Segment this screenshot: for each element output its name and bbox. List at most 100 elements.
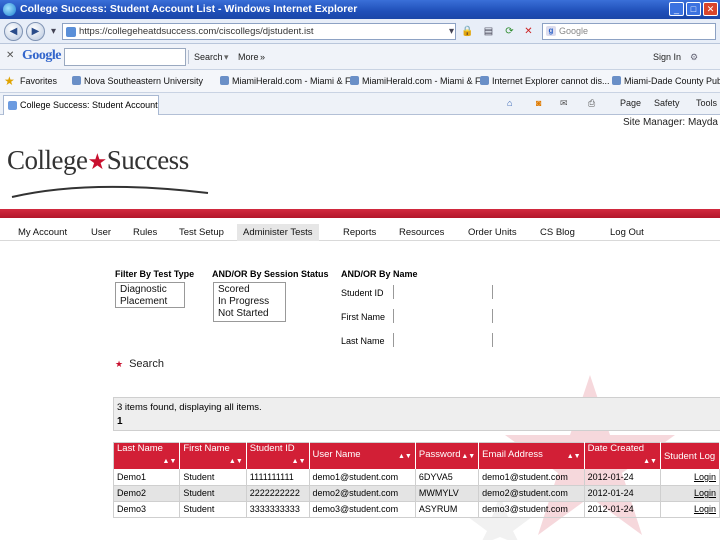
wrench-icon[interactable]: ⚙ [690, 52, 698, 63]
google-toolbar-input[interactable] [64, 48, 186, 66]
nav-log-out[interactable]: Log Out [610, 224, 644, 241]
address-bar[interactable]: https://collegeheatdsuccess.com/ciscolle… [62, 23, 456, 40]
option-diagnostic[interactable]: Diagnostic [116, 284, 184, 296]
favicon-icon [612, 76, 621, 85]
mail-icon[interactable]: ✉ [560, 98, 568, 109]
address-dropdown-icon[interactable]: ▾ [444, 24, 459, 39]
last-name-input[interactable] [393, 333, 493, 347]
favicon-icon [220, 76, 229, 85]
sign-in-link[interactable]: Sign In [653, 52, 681, 62]
nav-reports[interactable]: Reports [343, 224, 376, 241]
student-id-label: Student ID [341, 288, 384, 298]
option-placement[interactable]: Placement [116, 296, 184, 308]
nav-resources[interactable]: Resources [399, 224, 444, 241]
session-status-listbox[interactable]: Scored In Progress Not Started [213, 282, 286, 322]
cell-password: ASYRUM [415, 501, 480, 518]
cell-first-name: Student [179, 501, 247, 518]
cell-first-name: Student [179, 485, 247, 502]
results-count: 3 items found, displaying all items. [117, 402, 262, 413]
login-link[interactable]: Login [660, 469, 720, 486]
cell-user-name: demo2@student.com [309, 485, 416, 502]
favorites-star-icon[interactable]: ★ [4, 74, 15, 88]
favorite-item[interactable]: MiamiHerald.com - Miami & F... [220, 76, 357, 86]
refresh-icon[interactable]: ⟳ [502, 24, 517, 39]
brand-red-bar [0, 209, 720, 218]
results-summary-box: 3 items found, displaying all items. 1 [113, 397, 720, 431]
cell-first-name: Student [179, 469, 247, 486]
window-title: College Success: Student Account List - … [20, 3, 358, 15]
minimize-button[interactable]: _ [669, 2, 684, 16]
nav-my-account[interactable]: My Account [18, 224, 67, 241]
close-window-button[interactable]: ✕ [703, 2, 718, 16]
cell-student-id: 3333333333 [246, 501, 310, 518]
address-row: ◀ ▶ ▾ https://collegeheatdsuccess.com/ci… [0, 19, 720, 44]
col-first-name[interactable]: First Name ▲▼ [179, 442, 247, 469]
tab-bar: College Success: Student Account List ⌂ … [0, 93, 720, 115]
back-button[interactable]: ◀ [4, 22, 23, 41]
rss-icon[interactable]: ◙ [536, 98, 541, 108]
nav-order-units[interactable]: Order Units [468, 224, 517, 241]
cell-date-created: 2012-01-24 [584, 469, 661, 486]
option-scored[interactable]: Scored [214, 284, 285, 296]
window-titlebar: College Success: Student Account List - … [0, 0, 720, 19]
history-dropdown-icon[interactable]: ▾ [46, 24, 61, 39]
sort-icon: ▲▼ [461, 452, 476, 460]
sort-icon: ▲▼ [643, 458, 657, 465]
search-dropdown-icon[interactable]: ▾ [224, 52, 229, 63]
student-id-input[interactable] [393, 285, 493, 299]
close-toolbar-icon[interactable]: ✕ [6, 50, 14, 61]
table-row: Demo3 Student 3333333333 demo3@student.c… [113, 501, 720, 518]
last-name-label: Last Name [341, 336, 385, 346]
col-student-id[interactable]: Student ID ▲▼ [246, 442, 310, 469]
safety-menu[interactable]: Safety [654, 98, 680, 108]
tab-student-account-list[interactable]: College Success: Student Account List [3, 95, 159, 115]
nav-user[interactable]: User [91, 224, 111, 241]
cell-last-name: Demo2 [113, 485, 181, 502]
search-star-icon: ★ [115, 359, 124, 369]
option-not-started[interactable]: Not Started [214, 308, 285, 320]
favorite-item[interactable]: Internet Explorer cannot dis... [480, 76, 610, 86]
first-name-input[interactable] [393, 309, 493, 323]
google-search-button[interactable]: Search [194, 52, 223, 62]
favorite-item[interactable]: MiamiHerald.com - Miami & F... [350, 76, 487, 86]
favorite-item[interactable]: Nova Southeastern University [72, 76, 203, 86]
forward-button[interactable]: ▶ [26, 22, 45, 41]
cell-email: demo1@student.com [478, 469, 585, 486]
favicon-icon [350, 76, 359, 85]
pagination-current-page[interactable]: 1 [117, 416, 123, 427]
google-toolbar: ✕ Google Search ▾ More » Sign In ⚙ [0, 44, 720, 70]
filter-test-type-label: Filter By Test Type [115, 269, 195, 279]
favorites-button[interactable]: Favorites [20, 76, 57, 86]
home-icon[interactable]: ⌂ [507, 98, 512, 108]
col-user-name[interactable]: User Name ▲▼ [309, 442, 416, 469]
stop-icon[interactable]: ✕ [521, 24, 536, 39]
nav-administer-tests[interactable]: Administer Tests [237, 224, 319, 241]
col-email-address[interactable]: Email Address ▲▼ [478, 442, 585, 469]
nav-cs-blog[interactable]: CS Blog [540, 224, 575, 241]
print-icon[interactable]: ⎙ [588, 98, 595, 109]
page-menu[interactable]: Page [620, 98, 641, 108]
more-chevron-icon[interactable]: » [260, 52, 265, 62]
nav-rules[interactable]: Rules [133, 224, 157, 241]
tools-menu[interactable]: Tools [696, 98, 717, 108]
col-student-login: Student Log [660, 442, 720, 469]
sort-icon: ▲▼ [228, 458, 243, 465]
favorite-item[interactable]: Miami-Dade County Public ... [612, 76, 720, 86]
browser-search-input[interactable]: g Google [542, 23, 716, 40]
first-name-label: First Name [341, 312, 386, 322]
sort-icon: ▲▼ [398, 452, 412, 460]
lock-icon[interactable]: 🔒 [460, 24, 475, 39]
col-date-created[interactable]: Date Created ▲▼ [584, 442, 661, 469]
login-link[interactable]: Login [660, 501, 720, 518]
more-button[interactable]: More [238, 52, 259, 62]
col-password[interactable]: Password ▲▼ [415, 442, 480, 469]
login-link[interactable]: Login [660, 485, 720, 502]
col-last-name[interactable]: Last Name ▲▼ [113, 442, 181, 469]
search-button[interactable]: ★ Search [115, 358, 164, 370]
nav-test-setup[interactable]: Test Setup [179, 224, 224, 241]
test-type-listbox[interactable]: Diagnostic Placement [115, 282, 185, 308]
maximize-button[interactable]: □ [686, 2, 701, 16]
logo-swoosh [11, 185, 209, 198]
compatibility-icon[interactable]: ▤ [481, 24, 496, 39]
option-in-progress[interactable]: In Progress [214, 296, 285, 308]
